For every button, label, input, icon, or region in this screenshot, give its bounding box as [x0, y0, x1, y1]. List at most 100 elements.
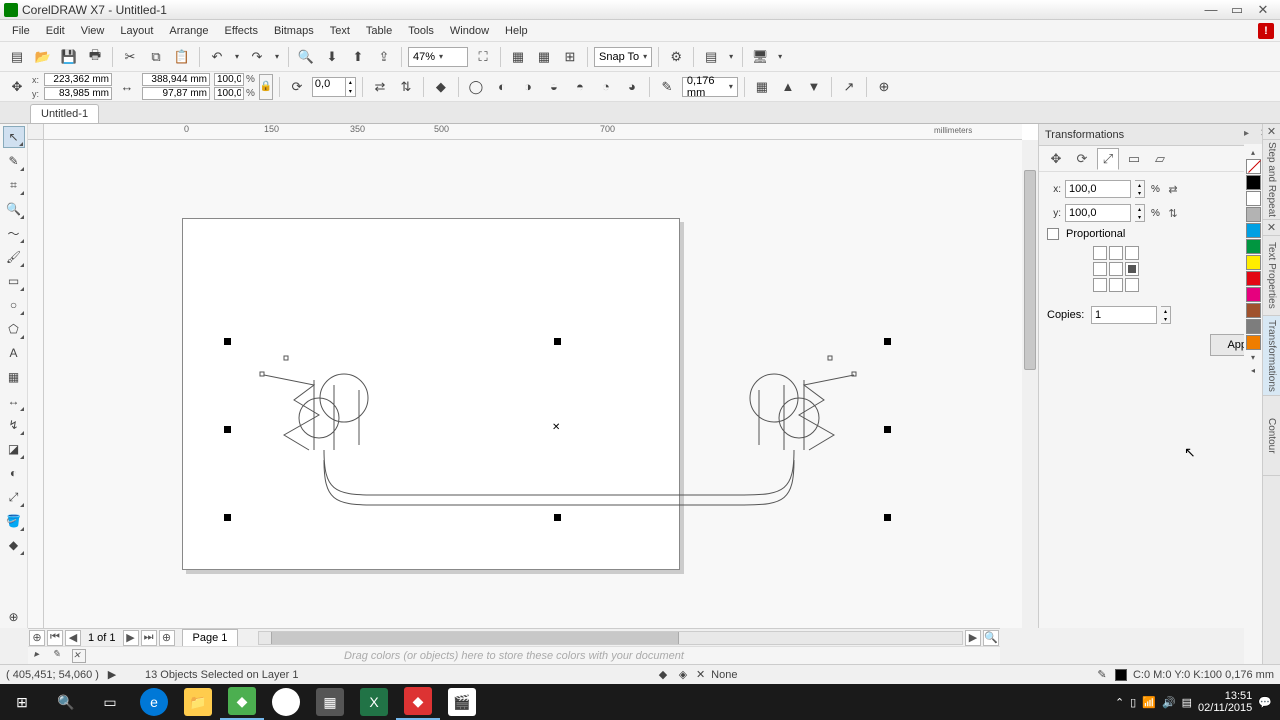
size-w-input[interactable] [142, 73, 210, 86]
wrap-text-button[interactable]: ▦ [751, 76, 773, 98]
artistic-media-tool[interactable]: 🖌 [3, 246, 25, 268]
print-button[interactable]: 🖶 [84, 46, 106, 68]
menu-window[interactable]: Window [442, 23, 497, 39]
menu-layout[interactable]: Layout [112, 23, 161, 39]
scrollbar-vertical[interactable] [1022, 140, 1038, 628]
excel-button[interactable]: X [352, 684, 396, 720]
anchor-tr[interactable] [1125, 246, 1139, 260]
docker-scale-x-spinner[interactable]: ▴▾ [1135, 180, 1145, 198]
anchor-bl[interactable] [1093, 278, 1107, 292]
side-tab-close[interactable]: ✕ [1263, 124, 1280, 140]
side-tab-close2[interactable]: ✕ [1263, 220, 1280, 236]
anchor-mm[interactable] [1109, 262, 1123, 276]
palette-expand[interactable]: ◂ [1246, 364, 1261, 376]
rectangle-tool[interactable]: ▭ [3, 270, 25, 292]
snapto-combo[interactable]: Snap To ▾ [594, 47, 652, 67]
tray-lang-icon[interactable]: ▤ [1182, 696, 1192, 709]
guidelines-button[interactable]: ⊞ [559, 46, 581, 68]
undo-button[interactable]: ↶ [206, 46, 228, 68]
ruler-vertical[interactable] [28, 140, 44, 628]
docker-scale-y-input[interactable] [1065, 204, 1131, 222]
mirror-v-icon[interactable]: ⇅ [1165, 205, 1181, 221]
drop-shadow-tool[interactable]: ◪ [3, 438, 25, 460]
anchor-tm[interactable] [1109, 246, 1123, 260]
add-page-after-button[interactable]: ⊕ [159, 630, 175, 646]
hint-eyedropper[interactable]: ✎ [52, 649, 66, 663]
welcome-button[interactable]: 🖥 [749, 46, 771, 68]
options-button[interactable]: ⚙ [665, 46, 687, 68]
zoom-combo[interactable]: 47% ▾ [408, 47, 468, 67]
connector-tool[interactable]: ↯ [3, 414, 25, 436]
smart-fill-tool[interactable]: ◆ [3, 534, 25, 556]
tray-wifi-icon[interactable]: 📶 [1142, 696, 1156, 709]
menu-help[interactable]: Help [497, 23, 536, 39]
welcome-dropdown[interactable]: ▾ [775, 46, 785, 68]
anchor-br[interactable] [1125, 278, 1139, 292]
ruler-button[interactable]: ▦ [507, 46, 529, 68]
menu-bitmaps[interactable]: Bitmaps [266, 23, 322, 39]
text-tool[interactable]: A [3, 342, 25, 364]
transparency-tool[interactable]: ◐ [3, 462, 25, 484]
copy-button[interactable]: ⧉ [145, 46, 167, 68]
freehand-tool[interactable]: 〜 [3, 222, 25, 244]
drawing-ribbon[interactable] [224, 340, 894, 520]
save-button[interactable]: 💾 [58, 46, 80, 68]
menu-table[interactable]: Table [358, 23, 400, 39]
taskbar-clock[interactable]: 13:51 02/11/2015 [1198, 690, 1252, 714]
copies-spinner[interactable]: ▴▾ [1161, 306, 1171, 324]
eyedropper-tool[interactable]: ⤢ [3, 486, 25, 508]
outline-color-swatch[interactable] [1115, 669, 1127, 681]
outline-icon[interactable]: ✎ [1095, 668, 1109, 682]
coreldraw-button[interactable]: ◆ [396, 684, 440, 720]
tab-scale[interactable]: ⤢ [1097, 148, 1119, 170]
side-tab-transformations[interactable]: Transformations [1263, 316, 1280, 396]
last-page-button[interactable]: ⏭ [141, 630, 157, 646]
palette-up-arrow[interactable]: ▴ [1246, 146, 1261, 158]
swatch-darkgrey[interactable] [1246, 319, 1261, 334]
paste-button[interactable]: 📋 [171, 46, 193, 68]
prev-page-button[interactable]: ◀ [65, 630, 81, 646]
grid-button[interactable]: ▦ [533, 46, 555, 68]
swatch-white[interactable] [1246, 191, 1261, 206]
swatch-magenta[interactable] [1246, 287, 1261, 302]
size-h-input[interactable] [142, 87, 210, 100]
palette-down-arrow[interactable]: ▾ [1246, 351, 1261, 363]
swatch-red[interactable] [1246, 271, 1261, 286]
notification-icon[interactable]: ! [1258, 23, 1274, 39]
menu-text[interactable]: Text [322, 23, 358, 39]
start-button[interactable]: ⊞ [0, 684, 44, 720]
table-tool[interactable]: ▦ [3, 366, 25, 388]
minimize-button[interactable]: — [1198, 1, 1224, 19]
side-tab-text-properties[interactable]: Text Properties [1263, 236, 1280, 316]
page-nav-right[interactable]: ▶ [965, 630, 981, 646]
tab-size[interactable]: ▭ [1123, 148, 1145, 170]
tab-rotate[interactable]: ⟳ [1071, 148, 1093, 170]
swatch-orange[interactable] [1246, 335, 1261, 350]
explorer-button[interactable]: 📁 [176, 684, 220, 720]
side-tab-step-repeat[interactable]: Step and Repeat [1263, 140, 1280, 220]
chrome-button[interactable]: ◉ [264, 684, 308, 720]
zoom-tool-nav[interactable]: 🔍 [983, 630, 999, 646]
add-page-button[interactable]: ⊕ [29, 630, 45, 646]
swatch-black[interactable] [1246, 175, 1261, 190]
copies-input[interactable] [1091, 306, 1157, 324]
swatch-grey[interactable] [1246, 207, 1261, 222]
maximize-button[interactable]: ▭ [1224, 1, 1250, 19]
mirror-v-button[interactable]: ⇅ [395, 76, 417, 98]
scale-x-input[interactable] [214, 73, 244, 86]
docker-scale-y-spinner[interactable]: ▴▾ [1135, 204, 1145, 222]
powerclip-button[interactable]: ◆ [430, 76, 452, 98]
hint-flyout[interactable]: ▸ [34, 649, 48, 663]
scale-y-input[interactable] [214, 87, 244, 100]
menu-tools[interactable]: Tools [400, 23, 442, 39]
pick-tool[interactable]: ↖ [3, 126, 25, 148]
rotation-input[interactable]: 0,0 ▴▾ [312, 77, 356, 97]
dimension-tool[interactable]: ↔ [3, 390, 25, 412]
swatch-cyan[interactable] [1246, 223, 1261, 238]
menu-file[interactable]: File [4, 23, 38, 39]
fill-icon[interactable]: ◆ [656, 668, 670, 682]
position-y-input[interactable] [44, 87, 112, 100]
redo-button[interactable]: ↷ [246, 46, 268, 68]
tray-up-icon[interactable]: ⌃ [1115, 696, 1124, 709]
trim-button[interactable]: ◐ [491, 76, 513, 98]
